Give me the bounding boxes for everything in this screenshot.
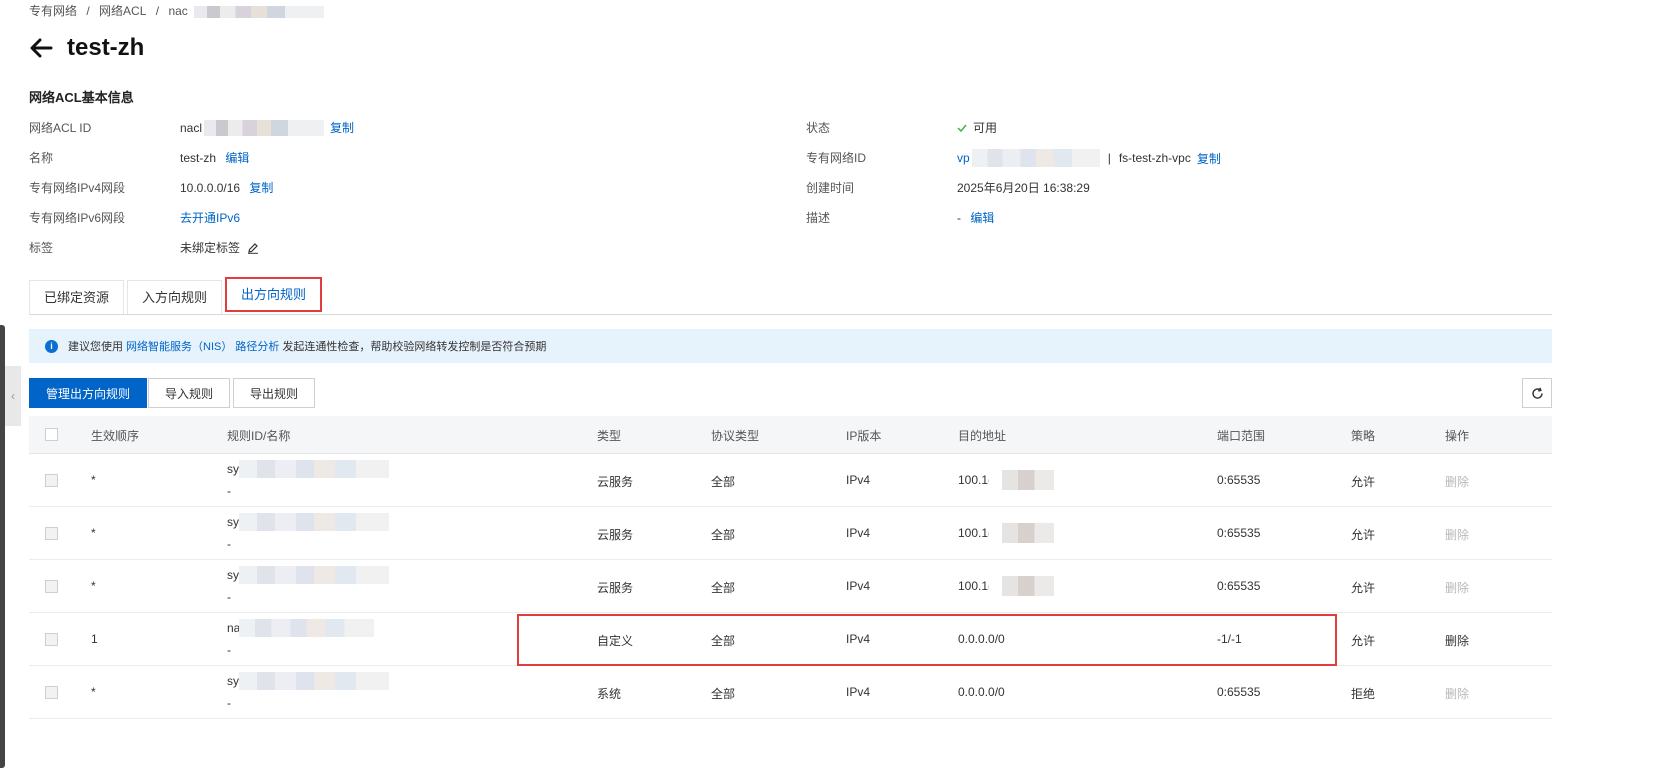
redacted-text (239, 619, 374, 637)
acl-id-value: nacl 复制 (180, 119, 355, 136)
table-row: * sy - 系统 全部 IPv4 0.0.0.0/0 0:65535 拒绝 删… (29, 666, 1552, 719)
rule-id: sy (227, 462, 239, 476)
vpc-id-link[interactable]: vp (957, 151, 970, 165)
redacted-text (989, 576, 1054, 596)
redacted-text (989, 523, 1054, 543)
rule-id: sy (227, 515, 239, 529)
tags-value: 未绑定标签 (180, 239, 259, 256)
nis-link[interactable]: 网络智能服务（NIS） (126, 338, 232, 354)
description-label: 描述 (806, 211, 831, 225)
tags-label: 标签 (29, 241, 54, 255)
breadcrumb-item[interactable]: 网络ACL (99, 4, 146, 18)
vpc-id-label: 专有网络ID (806, 151, 867, 165)
redacted-text (193, 5, 324, 18)
redacted-text (204, 119, 325, 136)
tab-outbound-rules[interactable]: 出方向规则 (225, 277, 323, 312)
edit-name-button[interactable]: 编辑 (225, 151, 249, 165)
ipv6-value: 去开通IPv6 (180, 209, 240, 226)
column-header: 规则ID/名称 (227, 429, 291, 443)
edit-pencil-icon[interactable] (247, 242, 259, 254)
breadcrumb-item: nac (168, 4, 188, 18)
description-value: - 编辑 (957, 211, 995, 225)
column-header: 策略 (1351, 429, 1376, 443)
ipv4-label: 专有网络IPv4网段 (29, 181, 126, 195)
delete-button-disabled: 删除 (1445, 475, 1470, 489)
column-header: 操作 (1445, 429, 1470, 443)
enable-ipv6-link[interactable]: 去开通IPv6 (180, 211, 240, 225)
status-value: 可用 (957, 119, 997, 136)
refresh-button[interactable] (1522, 378, 1552, 408)
section-title: 网络ACL基本信息 (29, 90, 134, 105)
column-header: 协议类型 (711, 429, 760, 443)
column-header: 端口范围 (1217, 429, 1266, 443)
created-value: 2025年6月20日 16:38:29 (957, 181, 1090, 195)
redacted-text (971, 149, 1100, 167)
copy-vpc-button[interactable]: 复制 (1197, 150, 1221, 167)
acl-id-label: 网络ACL ID (29, 121, 92, 135)
rule-id: sy (227, 674, 239, 688)
row-checkbox[interactable] (45, 686, 58, 699)
delete-button[interactable]: 删除 (1445, 632, 1469, 649)
delete-button-disabled: 删除 (1445, 581, 1470, 595)
copy-ipv4-button[interactable]: 复制 (249, 181, 273, 195)
column-header: 类型 (597, 429, 622, 443)
chevron-left-icon: ‹ (11, 389, 15, 403)
row-checkbox[interactable] (45, 474, 58, 487)
tab-bound-resources[interactable]: 已绑定资源 (29, 280, 125, 314)
export-rules-button[interactable]: 导出规则 (233, 378, 316, 408)
collapse-sidebar-button[interactable]: ‹ (5, 366, 21, 426)
rule-tabs: 已绑定资源 入方向规则 出方向规则 (29, 277, 1552, 315)
redacted-text (989, 470, 1054, 490)
row-checkbox[interactable] (45, 633, 58, 646)
breadcrumb: 专有网络 / 网络ACL / nac (29, 2, 330, 19)
refresh-icon (1531, 387, 1543, 399)
outbound-rules-table: 生效顺序 规则ID/名称 类型 协议类型 IP版本 目的地址 端口范围 策略 操… (29, 416, 1552, 719)
created-label: 创建时间 (806, 181, 855, 195)
ipv4-value: 10.0.0.0/16 复制 (180, 181, 274, 195)
redacted-text (239, 566, 389, 584)
name-value: test-zh 编辑 (180, 151, 250, 165)
row-checkbox[interactable] (45, 580, 58, 593)
delete-button-disabled: 删除 (1445, 687, 1470, 701)
table-header: 生效顺序 规则ID/名称 类型 协议类型 IP版本 目的地址 端口范围 策略 操… (29, 416, 1552, 454)
redacted-text (239, 460, 389, 478)
vpc-id-value: vp | fs-test-zh-vpc 复制 (957, 149, 1221, 167)
tab-inbound-rules[interactable]: 入方向规则 (127, 280, 223, 314)
manage-outbound-rules-button[interactable]: 管理出方向规则 (29, 378, 148, 408)
table-row: * sy - 云服务 全部 IPv4 100.1( 0:65535 允许 删除 (29, 454, 1552, 507)
column-header: 生效顺序 (91, 429, 140, 443)
name-label: 名称 (29, 151, 54, 165)
table-row: * sy - 云服务 全部 IPv4 100.1( 0:65535 允许 删除 (29, 507, 1552, 560)
ipv6-label: 专有网络IPv6网段 (29, 211, 126, 225)
redacted-text (239, 513, 389, 531)
table-row: * sy - 云服务 全部 IPv4 100.1( 0:65535 允许 删除 (29, 560, 1552, 613)
check-icon (957, 124, 967, 132)
edit-description-button[interactable]: 编辑 (970, 211, 994, 225)
status-label: 状态 (806, 121, 831, 135)
highlight-box (517, 614, 1337, 666)
info-notice: i 建议您使用 网络智能服务（NIS） 路径分析 发起连通性检查，帮助校验网络转… (29, 329, 1552, 363)
delete-button-disabled: 删除 (1445, 528, 1470, 542)
back-arrow-icon[interactable] (29, 38, 53, 58)
info-icon: i (45, 339, 58, 353)
page-title-row: test-zh (29, 34, 144, 62)
redacted-text (239, 672, 389, 690)
column-header: 目的地址 (958, 429, 1007, 443)
rule-id: sy (227, 568, 239, 582)
row-checkbox[interactable] (45, 527, 58, 540)
import-rules-button[interactable]: 导入规则 (148, 378, 231, 408)
column-header: IP版本 (846, 429, 882, 443)
breadcrumb-item[interactable]: 专有网络 (29, 4, 77, 18)
path-analysis-link[interactable]: 路径分析 (235, 338, 279, 354)
page-title: test-zh (67, 34, 145, 61)
select-all-checkbox[interactable] (45, 428, 58, 441)
copy-acl-id-button[interactable]: 复制 (330, 119, 354, 136)
